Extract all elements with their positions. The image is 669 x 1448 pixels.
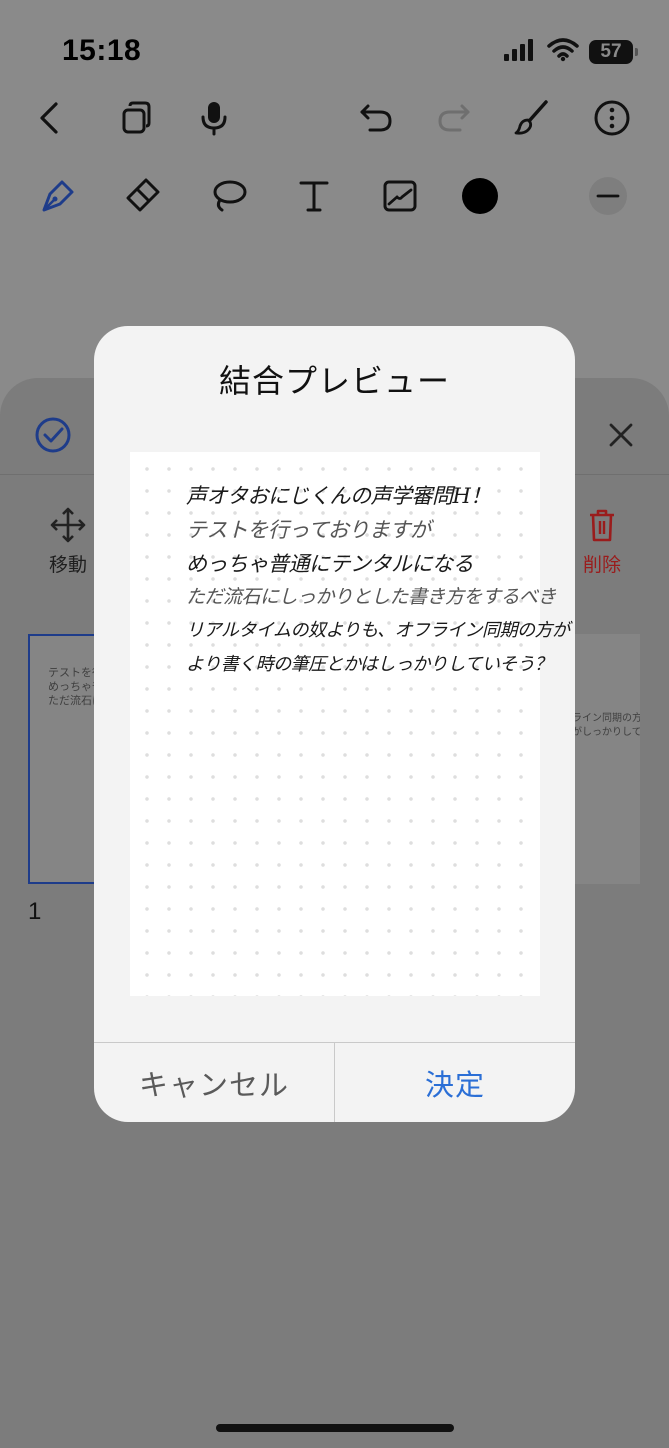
redo-icon[interactable] <box>432 96 476 140</box>
handwriting-line: より書く時の筆圧とかはしっかりしていそう？ <box>186 654 552 675</box>
eraser-icon[interactable] <box>120 174 164 218</box>
handwriting-line: 声オタおにじくんの声学審問H！ <box>186 484 491 508</box>
page-thumbnail-1[interactable]: テストを行 めっちゃ普 ただ流石に <box>28 634 98 884</box>
close-icon[interactable] <box>606 420 636 450</box>
back-icon[interactable] <box>28 96 72 140</box>
page-number: 1 <box>28 898 42 925</box>
more-icon[interactable] <box>590 96 634 140</box>
handwriting-line: テストを行っておりますが <box>186 518 431 542</box>
home-indicator[interactable] <box>216 1424 454 1432</box>
wifi-icon <box>547 38 579 66</box>
trash-icon <box>590 509 614 542</box>
brush-icon[interactable] <box>510 96 554 140</box>
dialog-footer: キャンセル 決定 <box>94 1042 575 1122</box>
handwriting-line: リアルタイムの奴よりも、オフライン同期の方が <box>186 620 570 641</box>
status-time: 15:18 <box>62 34 142 67</box>
text-icon[interactable] <box>292 174 336 218</box>
confirm-button[interactable]: 決定 <box>334 1043 575 1122</box>
handwriting-line: めっちゃ普通にテンタルになる <box>186 552 474 576</box>
battery-icon: 57 <box>589 40 638 64</box>
merge-preview-dialog: 結合プレビュー 声オタおにじくんの声学審問H！ テストを行っておりますが めっち… <box>94 326 575 1122</box>
select-all-icon[interactable] <box>34 416 72 454</box>
cancel-button[interactable]: キャンセル <box>94 1043 334 1122</box>
signal-icon <box>503 38 537 66</box>
pages-icon[interactable] <box>114 96 158 140</box>
image-icon[interactable] <box>378 174 422 218</box>
move-label: 移動 <box>48 554 87 576</box>
top-toolbar <box>0 96 669 166</box>
color-swatch[interactable] <box>458 174 502 218</box>
tool-toolbar <box>0 174 669 244</box>
thumbnail-text: テストを行 めっちゃ普 ただ流石に <box>48 666 98 707</box>
pen-icon[interactable] <box>36 174 80 218</box>
dialog-title: 結合プレビュー <box>218 362 450 400</box>
status-bar: 15:18 57 <box>0 0 669 100</box>
lasso-icon[interactable] <box>206 174 250 218</box>
undo-icon[interactable] <box>354 96 398 140</box>
status-icons: 57 <box>503 38 638 66</box>
minus-icon[interactable] <box>586 174 630 218</box>
delete-label: 削除 <box>582 554 621 576</box>
handwriting-line: ただ流石にしっかりとした書き方をするべき <box>186 586 557 608</box>
merge-preview-page: 声オタおにじくんの声学審問H！ テストを行っておりますが めっちゃ普通にテンタル… <box>130 452 570 996</box>
move-icon <box>50 507 86 543</box>
microphone-icon[interactable] <box>192 96 236 140</box>
